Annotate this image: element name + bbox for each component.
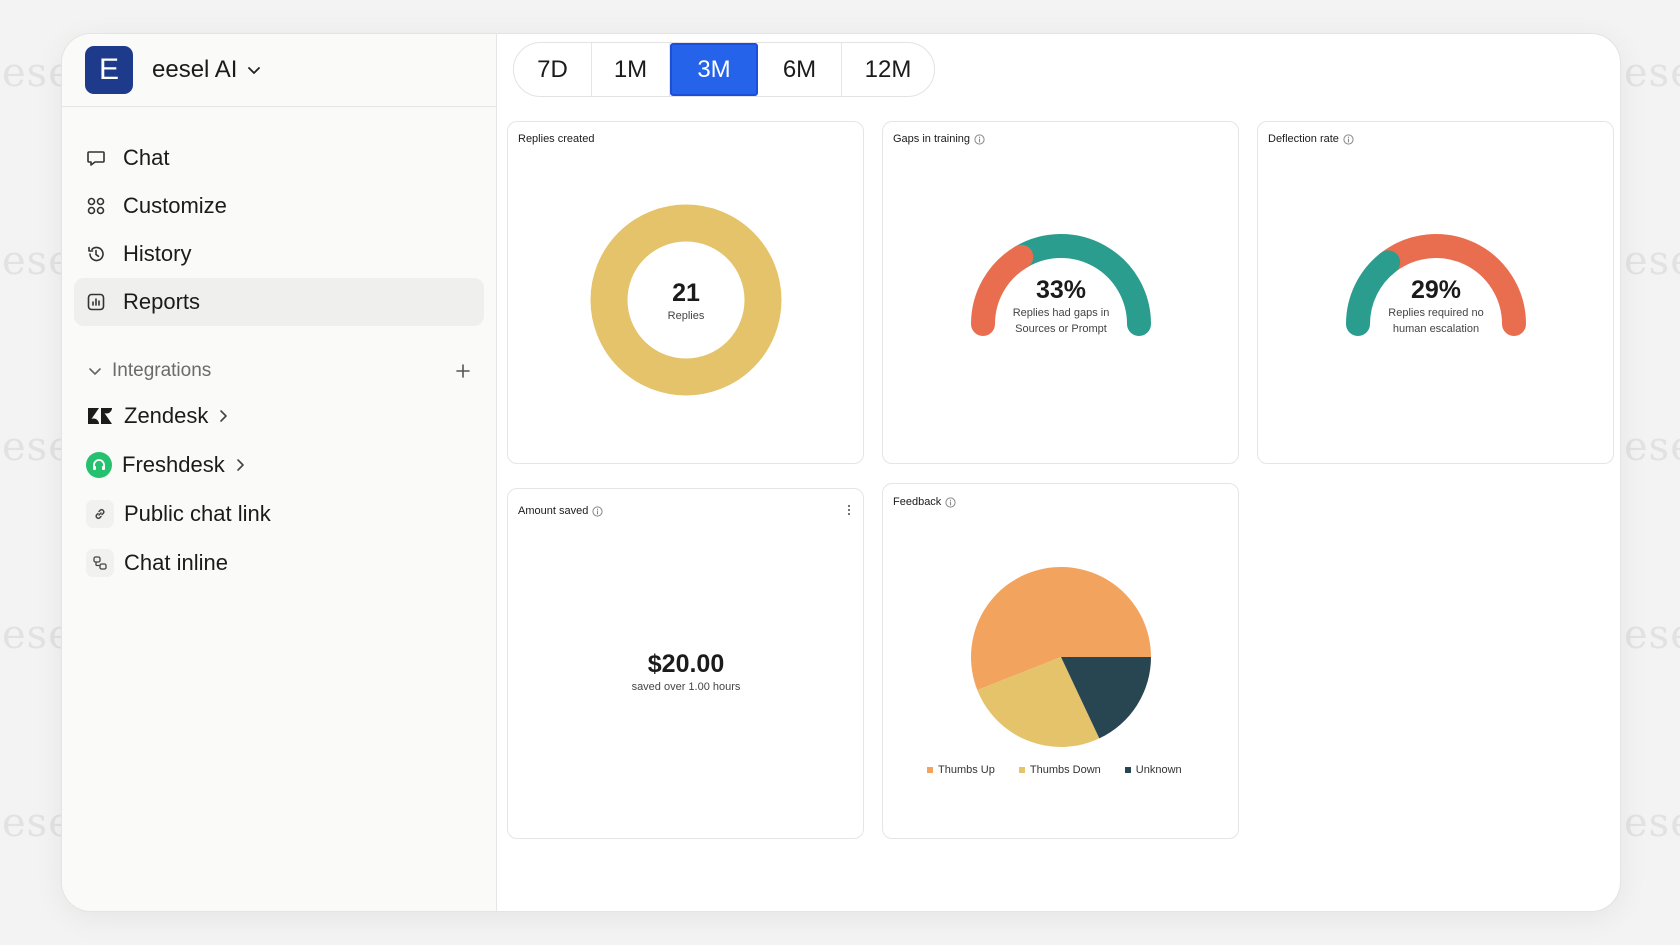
range-1m-button[interactable]: 1M [592,43,670,96]
watermark: ese [1624,238,1680,284]
card-title-text: Amount saved [518,505,589,517]
integration-label: Freshdesk [122,451,225,477]
reports-main: 7D 1M 3M 6M 12M Replies created 21 Repli… [497,34,1620,911]
gaps-caption-line: Sources or Prompt [1015,323,1107,335]
deflection-caption-line: human escalation [1392,323,1480,335]
chat-bubble-icon [86,148,106,168]
legend-item: Thumbs Up [927,764,995,776]
card-title-text: Deflection rate [1268,133,1339,145]
nav-item-customize[interactable]: Customize [74,182,484,230]
integration-label: Public chat link [124,500,271,526]
feedback-pie-chart [971,567,1151,747]
sidebar: E eesel AI Chat Customize History Report… [62,34,497,911]
app-window: E eesel AI Chat Customize History Report… [61,33,1621,912]
range-7d-button[interactable]: 7D [514,43,592,96]
card-title-text: Gaps in training [893,133,971,145]
main-nav: Chat Customize History Reports [62,107,496,326]
integrations-heading: Integrations [112,360,212,381]
nav-item-label: History [123,241,192,266]
integration-freshdesk[interactable]: Freshdesk [86,440,484,489]
integration-label: Zendesk [124,402,209,428]
replies-caption: Replies [667,310,705,322]
workspace-name: eesel AI [152,56,238,83]
legend-swatch [927,767,933,773]
info-icon[interactable] [974,133,985,145]
range-3m-button[interactable]: 3M [670,43,758,96]
nav-item-history[interactable]: History [74,230,484,278]
watermark: ese [1624,50,1680,96]
range-12m-button[interactable]: 12M [842,43,934,96]
chevron-down-icon [88,364,102,378]
zendesk-icon [86,402,114,430]
gaps-percentage: 33% [1035,276,1087,304]
deflection-caption-line: Replies required no [1388,307,1484,319]
integrations-header[interactable]: Integrations [62,353,496,389]
integration-zendesk[interactable]: Zendesk [86,391,484,440]
legend-label: Thumbs Up [938,764,995,776]
amount-center: $20.00 saved over 1.00 hours [586,650,786,695]
amount-caption: saved over 1.00 hours [631,681,741,693]
integration-label: Chat inline [124,549,228,575]
workspace-switcher[interactable]: E eesel AI [62,34,496,107]
reports-icon [86,292,106,312]
info-icon[interactable] [592,505,603,517]
chevron-down-icon [247,63,261,77]
gaps-in-training-card: Gaps in training 33% Replies had gaps in… [882,121,1239,464]
chevron-right-icon [218,409,228,423]
card-title: Amount saved [518,505,603,517]
gaps-center: 33% Replies had gaps in Sources or Promp… [986,276,1136,337]
card-title: Deflection rate [1268,133,1354,145]
card-title: Gaps in training [893,133,985,145]
chat-inline-icon [86,548,114,577]
freshdesk-icon [86,451,112,478]
legend-swatch [1018,767,1025,773]
legend-label: Unknown [1135,764,1182,776]
nav-item-label: Reports [123,289,201,314]
feedback-legend: Thumbs Up Thumbs Down Unknown [927,764,1182,776]
replies-created-card: Replies created 21 Replies [507,121,864,464]
watermark: ese [1624,800,1680,846]
deflection-percentage: 29% [1410,276,1462,304]
customize-icon [86,196,106,216]
card-title: Feedback [893,496,956,508]
legend-item: Unknown [1124,764,1182,776]
nav-item-chat[interactable]: Chat [74,134,484,182]
feedback-card: Feedback Thumbs Up Thumbs Down Unknown [882,483,1239,839]
time-range-selector: 7D 1M 3M 6M 12M [513,42,935,97]
replies-center: 21 Replies [636,279,736,324]
info-icon[interactable] [945,496,956,508]
card-title: Replies created [518,133,595,145]
card-title-text: Feedback [893,496,942,508]
gaps-caption-line: Replies had gaps in [1012,307,1110,319]
add-integration-icon[interactable] [456,359,470,383]
deflection-rate-card: Deflection rate 29% Replies required no … [1257,121,1614,464]
amount-value: $20.00 [647,650,725,678]
link-icon [86,499,114,528]
watermark: ese [1624,424,1680,470]
range-6m-button[interactable]: 6M [758,43,842,96]
integration-chat-inline[interactable]: Chat inline [86,538,484,587]
legend-label: Thumbs Down [1029,764,1101,776]
nav-item-label: Chat [123,145,170,170]
nav-item-label: Customize [123,193,227,218]
integrations-list: Zendesk Freshdesk Public chat link Chat … [62,389,496,587]
chevron-right-icon [235,458,245,472]
legend-swatch [1124,767,1131,773]
nav-item-reports[interactable]: Reports [74,278,484,326]
deflection-center: 29% Replies required no human escalation [1361,276,1511,337]
more-options-icon[interactable] [847,503,851,521]
workspace-logo: E [85,46,133,94]
watermark: ese [1624,612,1680,658]
replies-count: 21 [672,279,700,307]
history-icon [86,244,106,264]
amount-saved-card: Amount saved $20.00 saved over 1.00 hour… [507,488,864,839]
integration-public-chat-link[interactable]: Public chat link [86,489,484,538]
info-icon[interactable] [1343,133,1354,145]
legend-item: Thumbs Down [1018,764,1101,776]
